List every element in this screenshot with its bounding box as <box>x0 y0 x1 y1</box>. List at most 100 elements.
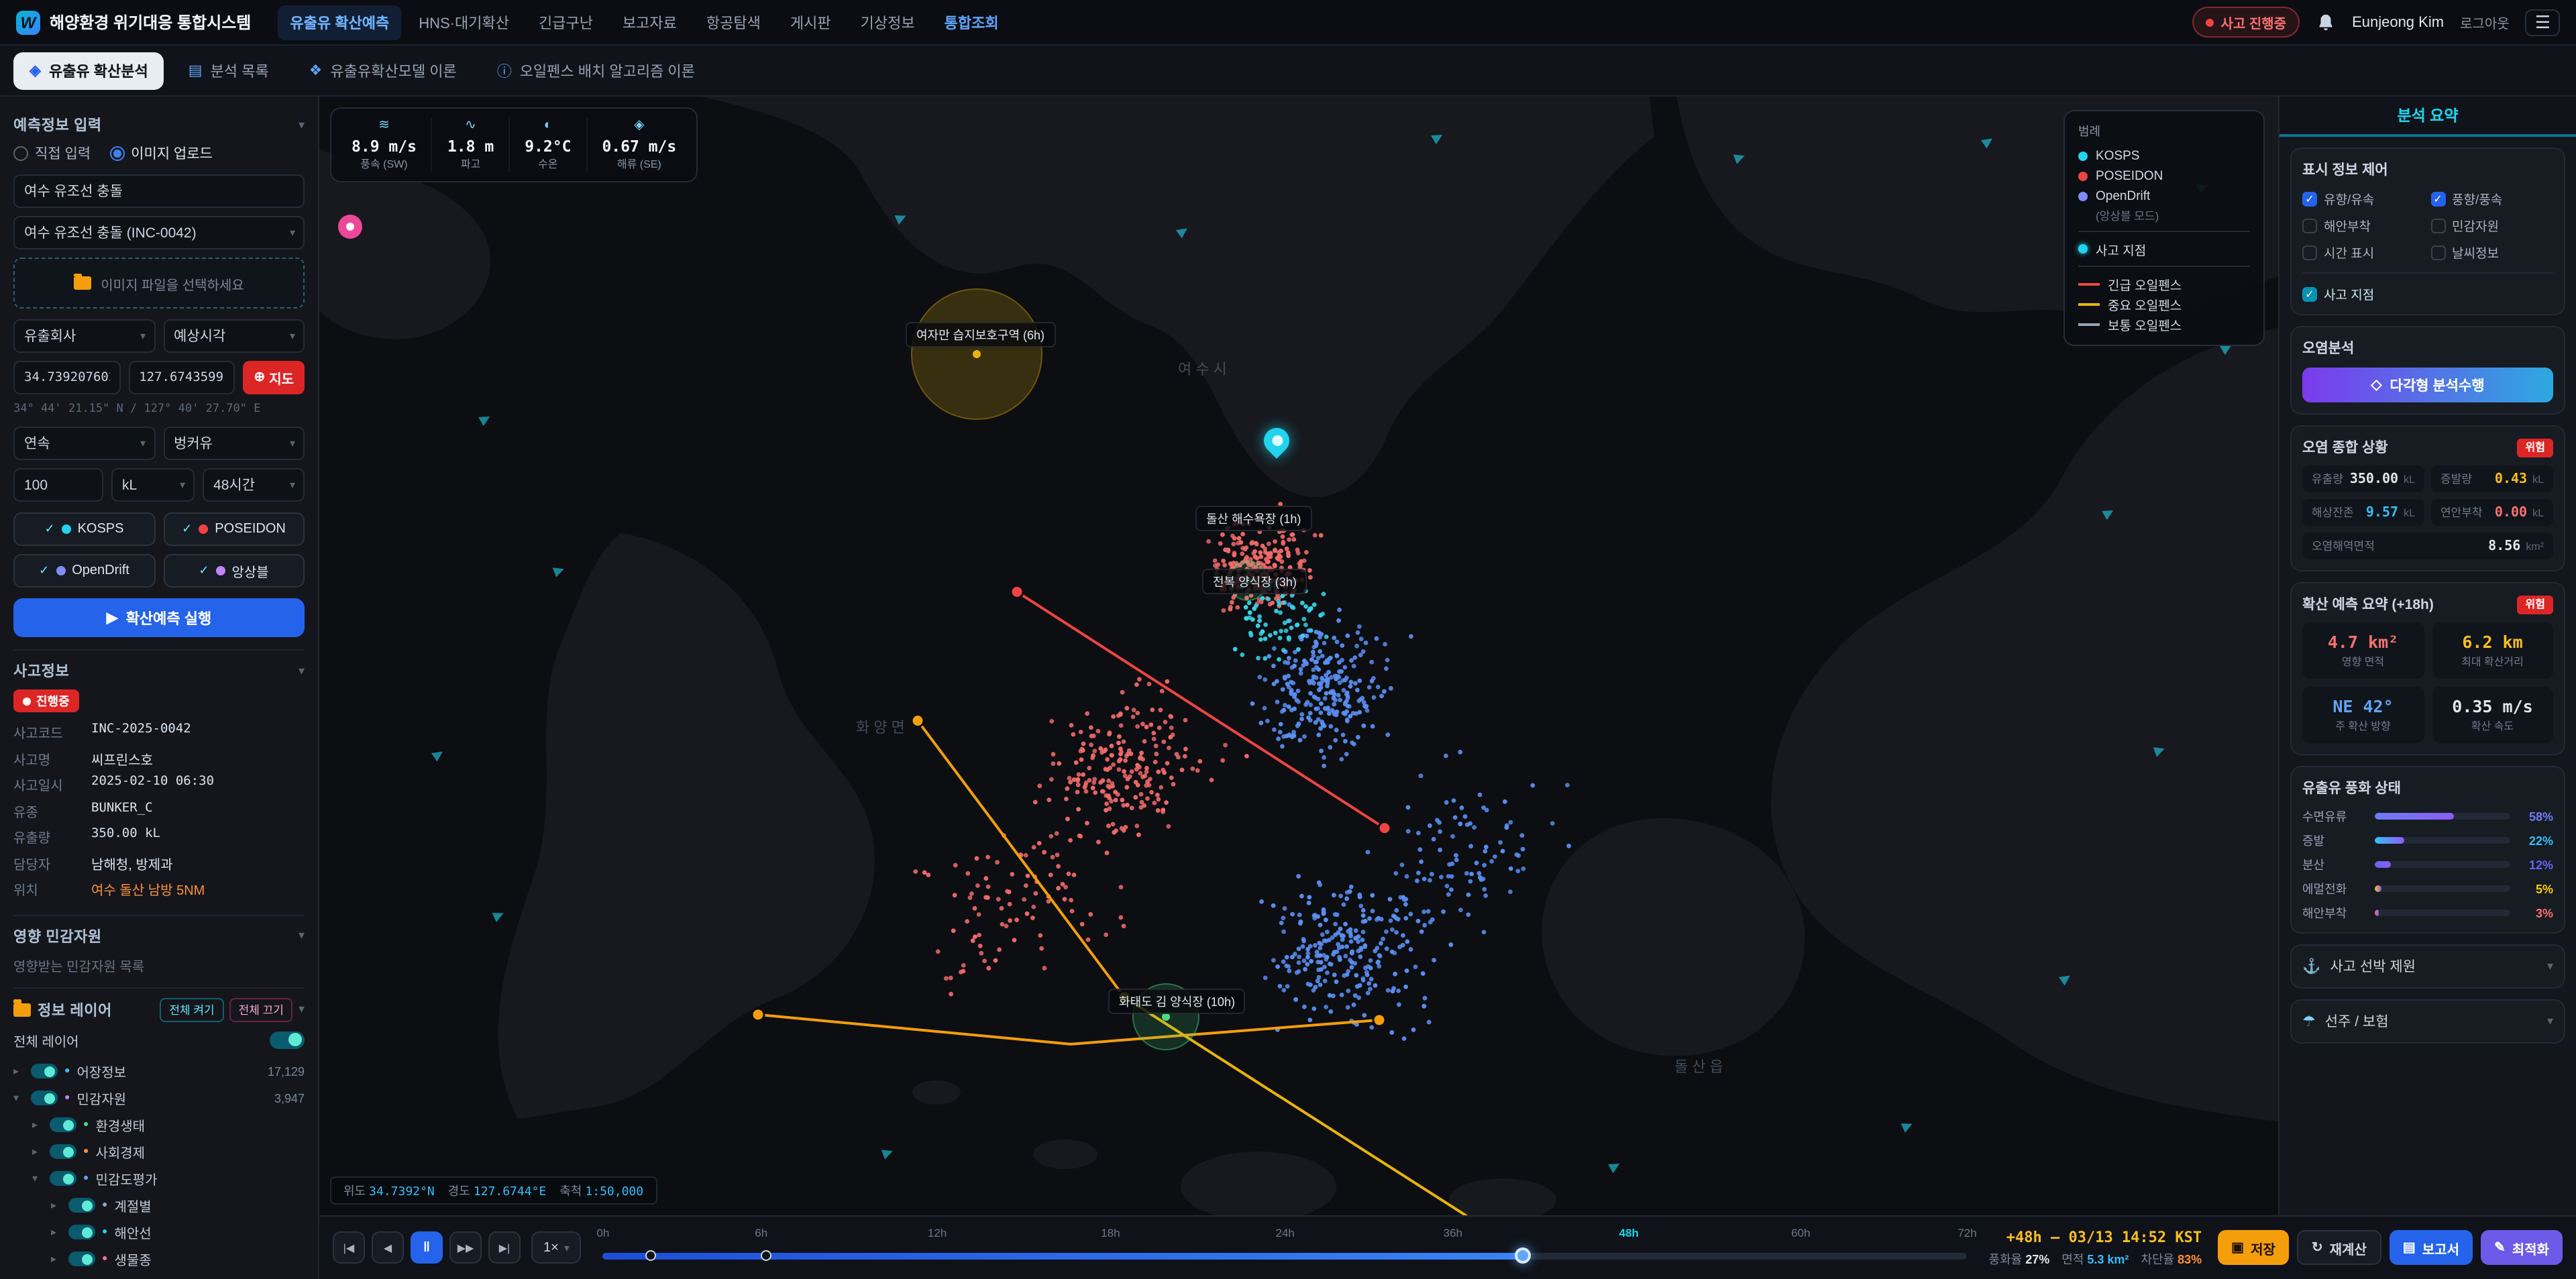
timeline-tick-6h[interactable]: 6h <box>755 1225 767 1239</box>
layer-item-6[interactable]: ▸●해안선 <box>13 1219 305 1245</box>
display-check-0[interactable]: ✓유향/유속 <box>2302 189 2425 208</box>
nav-item-1[interactable]: HNS·대기확산 <box>407 5 521 40</box>
caret-icon[interactable]: ▾ <box>32 1172 43 1184</box>
checkbox-icon[interactable] <box>2302 218 2317 233</box>
display-check-5[interactable]: 날씨정보 <box>2430 243 2553 262</box>
model-toggle-3[interactable]: ✓앙상블 <box>163 554 305 588</box>
layer-item-5[interactable]: ▸●계절별 <box>13 1192 305 1219</box>
polygon-analysis-button[interactable]: ◇ 다각형 분석수행 <box>2302 368 2553 402</box>
incident-pin[interactable] <box>1264 428 1289 453</box>
collapse-icon[interactable]: ▾ <box>299 117 305 132</box>
timeline-tick-36h[interactable]: 36h <box>1444 1225 1462 1239</box>
nav-item-5[interactable]: 게시판 <box>778 5 843 40</box>
speed-select[interactable]: 1× ▾ <box>531 1231 582 1264</box>
pause-button[interactable]: ‖ <box>411 1231 443 1264</box>
longitude-input[interactable] <box>128 361 235 394</box>
latitude-input[interactable] <box>13 361 120 394</box>
caret-icon[interactable]: ▾ <box>13 1092 24 1104</box>
duration-select[interactable]: 48시간 ▾ <box>203 468 305 502</box>
user-name[interactable]: Eunjeong Kim <box>2352 14 2444 30</box>
vessel-spec-card[interactable]: ⚓ 사고 선박 제원 ▾ <box>2290 944 2565 989</box>
nav-item-4[interactable]: 항공탐색 <box>694 5 773 40</box>
map-pick-button[interactable]: ⊕ 지도 <box>243 361 305 394</box>
timeline-tick-60h[interactable]: 60h <box>1791 1225 1810 1239</box>
skip-start-button[interactable]: |◀ <box>333 1231 365 1264</box>
layer-item-3[interactable]: ▸●사회경제 <box>13 1138 305 1165</box>
logout-button[interactable]: 로그아웃 <box>2460 12 2510 32</box>
skip-end-button[interactable]: ▶| <box>488 1231 521 1264</box>
caret-icon[interactable]: ▸ <box>32 1146 43 1158</box>
run-prediction-button[interactable]: ▶ 확산예측 실행 <box>13 598 305 637</box>
expected-time-select[interactable]: 예상시각 ▾ <box>163 319 305 353</box>
caret-icon[interactable]: ▸ <box>51 1226 62 1238</box>
timeline-marker-0[interactable] <box>645 1249 656 1260</box>
layer-item-7[interactable]: ▸●생물종 <box>13 1245 305 1272</box>
fast-forward-button[interactable]: ▶▶ <box>449 1231 482 1264</box>
unit-select[interactable]: kL ▾ <box>111 468 195 502</box>
nav-item-3[interactable]: 보고자료 <box>610 5 689 40</box>
layer-toggle[interactable] <box>50 1144 76 1159</box>
master-layer-toggle[interactable] <box>270 1031 305 1048</box>
layer-item-1[interactable]: ▾●민감자원3,947 <box>13 1085 305 1111</box>
nav-item-6[interactable]: 기상정보 <box>849 5 927 40</box>
timeline-tick-48h[interactable]: 48h <box>1619 1225 1639 1239</box>
map-canvas[interactable]: ≋8.9 m/s풍속 (SW)∿1.8 m파고◐9.2°C수온◈0.67 m/s… <box>319 97 2278 1215</box>
oilfence-endpoint[interactable] <box>1011 586 1023 598</box>
oilfence-endpoint[interactable] <box>1373 1014 1385 1026</box>
spill-type-select[interactable]: 연속 ▾ <box>13 427 155 460</box>
collapse-icon[interactable]: ▾ <box>299 1002 305 1017</box>
checkbox-icon[interactable] <box>2430 245 2445 260</box>
recalculate-button[interactable]: ↻재계산 <box>2297 1230 2381 1265</box>
radio-direct-input[interactable]: 직접 입력 <box>13 144 91 164</box>
tab-2[interactable]: ❖유출유확산모델 이론 <box>293 52 473 89</box>
timeline-tick-24h[interactable]: 24h <box>1276 1225 1295 1239</box>
layer-toggle[interactable] <box>68 1225 95 1239</box>
oilfence-line-2[interactable] <box>758 1015 1379 1044</box>
timeline-tick-12h[interactable]: 12h <box>928 1225 947 1239</box>
incident-select[interactable]: 여수 유조선 충돌 (INC-0042) ▾ <box>13 216 305 249</box>
nav-item-7[interactable]: 통합조회 <box>932 5 1011 40</box>
oil-type-select[interactable]: 벙커유 ▾ <box>163 427 305 460</box>
caret-icon[interactable]: ▸ <box>51 1199 62 1211</box>
notifications-bell-icon[interactable] <box>2316 12 2336 32</box>
layer-item-4[interactable]: ▾●민감도평가 <box>13 1165 305 1192</box>
timeline-handle[interactable] <box>1515 1247 1531 1263</box>
checkbox-icon[interactable] <box>2430 218 2445 233</box>
tab-3[interactable]: ⓘ오일펜스 배치 알고리즘 이론 <box>481 52 711 89</box>
checkbox-icon[interactable]: ✓ <box>2430 191 2445 206</box>
display-check-3[interactable]: 민감자원 <box>2430 216 2553 235</box>
checkbox-icon[interactable] <box>2302 245 2317 260</box>
tab-1[interactable]: ▤분석 목록 <box>172 52 285 89</box>
step-back-button[interactable]: ◀ <box>372 1231 404 1264</box>
owner-insurance-card[interactable]: ☂ 선주 / 보험 ▾ <box>2290 999 2565 1044</box>
layer-toggle[interactable] <box>50 1117 76 1132</box>
layer-toggle[interactable] <box>31 1091 58 1105</box>
timeline-tick-18h[interactable]: 18h <box>1101 1225 1120 1239</box>
optimize-button[interactable]: ✎최적화 <box>2481 1230 2563 1265</box>
all-layers-off-button[interactable]: 전체 끄기 <box>229 997 293 1021</box>
display-check-4[interactable]: 시간 표시 <box>2302 243 2425 262</box>
caret-icon[interactable]: ▸ <box>32 1119 43 1131</box>
oilfence-line-1[interactable] <box>918 721 1124 997</box>
layer-toggle[interactable] <box>31 1064 58 1078</box>
collapse-icon[interactable]: ▾ <box>299 928 305 943</box>
model-toggle-2[interactable]: ✓OpenDrift <box>13 554 155 588</box>
timeline-tick-0h[interactable]: 0h <box>596 1225 609 1239</box>
draw-tool-button[interactable] <box>338 215 362 239</box>
company-select[interactable]: 유출회사 ▾ <box>13 319 155 353</box>
display-check-2[interactable]: 해안부착 <box>2302 216 2425 235</box>
layer-toggle[interactable] <box>68 1198 95 1213</box>
menu-icon[interactable]: ☰ <box>2526 9 2560 36</box>
layer-item-2[interactable]: ▸●환경생태 <box>13 1111 305 1138</box>
oilfence-endpoint[interactable] <box>752 1009 764 1021</box>
all-layers-on-button[interactable]: 전체 켜기 <box>160 997 223 1021</box>
oilfence-endpoint[interactable] <box>912 715 924 727</box>
incident-name-input[interactable] <box>13 174 305 208</box>
timeline-track[interactable]: 0h6h12h18h24h36h48h60h72h <box>603 1216 1968 1279</box>
caret-icon[interactable]: ▸ <box>51 1253 62 1265</box>
incident-point-row[interactable]: ✓ 사고 지점 <box>2302 272 2553 303</box>
radio-image-upload[interactable]: 이미지 업로드 <box>109 144 213 164</box>
layer-toggle[interactable] <box>50 1171 76 1186</box>
display-check-1[interactable]: ✓풍향/풍속 <box>2430 189 2553 208</box>
timeline-tick-72h[interactable]: 72h <box>1957 1225 1976 1239</box>
